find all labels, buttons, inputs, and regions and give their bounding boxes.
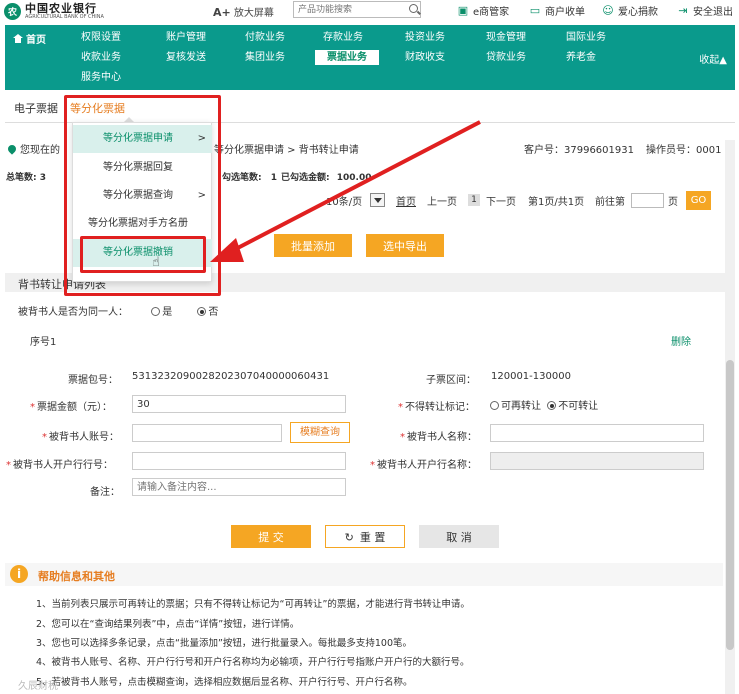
amount-input[interactable] xyxy=(132,395,346,413)
nav-payment[interactable]: 付款业务 xyxy=(245,30,285,45)
prev-page-link[interactable]: 上一页 xyxy=(427,193,457,208)
charity-donation-link[interactable]: ☺ 爱心捐款 xyxy=(601,3,658,18)
logout-link[interactable]: ⇥ 安全退出 xyxy=(676,3,733,18)
checked-amount: 已勾选金额: 100.00 xyxy=(281,173,372,183)
nav-review-send[interactable]: 复核发送 xyxy=(166,50,206,65)
radio-no[interactable]: 否 xyxy=(197,307,218,318)
breadcrumb: 您现在的 xyxy=(6,141,60,156)
cancel-button[interactable]: 取 消 xyxy=(419,525,499,548)
info-icon: i xyxy=(10,565,28,583)
nav-group[interactable]: 集团业务 xyxy=(245,50,285,65)
nav-bill-active[interactable]: 票据业务 xyxy=(315,50,379,65)
page-info: 第1页/共1页 xyxy=(528,197,585,208)
location-pin-icon xyxy=(6,143,18,155)
customer-number: 客户号：37996601931 xyxy=(524,145,634,156)
nav-permission[interactable]: 权限设置 xyxy=(81,30,121,45)
bank-name-cn: 中国农业银行 xyxy=(25,1,97,15)
nav-home[interactable]: 首页 xyxy=(13,31,46,46)
batch-add-button[interactable]: 批量添加 xyxy=(274,234,352,257)
help-line-1: 1、当前列表只展示可再转让的票据；只有不得转让标记为“可再转让”的票据，才能进行… xyxy=(36,599,470,610)
e-merchant-link[interactable]: ▣ e商管家 xyxy=(456,3,509,18)
endorsee-bank-name-input xyxy=(490,452,704,470)
same-person-question: 被背书人是否为同一人： 是 否 xyxy=(18,307,219,318)
home-icon xyxy=(13,34,23,43)
next-page-link[interactable]: 下一页 xyxy=(486,193,516,208)
help-line-4: 4、被背书人账号、名称、开户行行号和开户行名称均为必输项，开户行行号指账户开户行… xyxy=(36,657,470,668)
sub-range-label: 子票区间： xyxy=(426,375,476,386)
goto-label: 前往第 xyxy=(595,197,625,208)
endorsee-account-input[interactable] xyxy=(132,424,282,442)
refresh-icon: ↻ xyxy=(344,530,354,544)
endorsee-bank-name-label: * 被背书人开户行名称： xyxy=(370,460,477,471)
per-page-select[interactable]: 10条/页 xyxy=(326,193,362,208)
bank-name-en: AGRICULTURAL BANK OF CHINA xyxy=(25,13,104,20)
submit-button[interactable]: 提 交 xyxy=(231,525,311,548)
bank-logo-icon: 农 xyxy=(4,2,21,20)
reset-button[interactable]: ↻ 重 置 xyxy=(325,525,405,548)
merchant-acquiring-link[interactable]: ▭ 商户收单 xyxy=(528,3,585,18)
per-page-dropdown[interactable] xyxy=(370,193,385,207)
help-line-2: 2、您可以在“查询结果列表”中，点击“详情”按钮，进行详情。 xyxy=(36,619,300,630)
bill-package-label: 票据包号： xyxy=(68,375,118,386)
checked-count: 勾选笔数: 1 xyxy=(222,173,278,183)
endorsee-bank-no-input[interactable] xyxy=(132,452,346,470)
top-header: 农 中国农业银行 AGRICULTURAL BANK OF CHINA A+ 放… xyxy=(0,0,739,22)
tab-electronic-bill[interactable]: 电子票据 xyxy=(14,100,58,116)
help-line-3: 3、您也可以选择多条记录，点击“批量添加”按钮，进行批量录入。每批最多支持100… xyxy=(36,638,413,649)
watermark: 久辰财税 xyxy=(18,681,58,692)
radio-cannot-transfer[interactable]: 不可转让 xyxy=(547,401,598,412)
nav-cash[interactable]: 现金管理 xyxy=(486,30,526,45)
nav-account[interactable]: 账户管理 xyxy=(166,30,206,45)
radio-can-transfer[interactable]: 可再转让 xyxy=(490,401,541,412)
nav-deposit[interactable]: 存款业务 xyxy=(323,30,363,45)
search-input[interactable] xyxy=(293,1,421,18)
bank-logo[interactable]: 农 中国农业银行 AGRICULTURAL BANK OF CHINA xyxy=(4,1,154,21)
briefcase-icon: ▣ xyxy=(457,3,469,17)
page-unit: 页 xyxy=(668,197,678,208)
zoom-screen-button[interactable]: A+ 放大屏幕 xyxy=(213,4,274,19)
endorsee-bank-no-label: * 被背书人开户行行号： xyxy=(6,460,113,471)
monitor-icon: ▭ xyxy=(529,3,541,17)
export-selected-button[interactable]: 选中导出 xyxy=(366,234,444,257)
search-icon[interactable] xyxy=(409,4,418,13)
zoom-label: 放大屏幕 xyxy=(233,8,274,19)
first-page-link[interactable]: 首页 xyxy=(396,193,416,208)
operator-number: 操作员号：0001 xyxy=(646,145,722,156)
endorsee-account-label: * 被背书人账号： xyxy=(42,432,119,443)
remark-input[interactable] xyxy=(132,478,346,496)
transfer-radio-group: 可再转让 不可转让 xyxy=(490,397,598,412)
endorsee-name-input[interactable] xyxy=(490,424,704,442)
nav-loan[interactable]: 贷款业务 xyxy=(486,50,526,65)
bill-package-value: 5313232090028202307040000060431 xyxy=(132,371,330,382)
fuzzy-search-button[interactable]: 模糊查询 xyxy=(290,422,350,443)
delete-link[interactable]: 删除 xyxy=(671,333,691,348)
nav-international[interactable]: 国际业务 xyxy=(566,30,606,45)
sequence-label: 序号1 xyxy=(30,337,57,348)
sub-range-value: 120001-130000 xyxy=(491,371,571,382)
nav-collapse-button[interactable]: 收起▲ xyxy=(699,51,727,66)
help-title: 帮助信息和其他 xyxy=(38,570,115,583)
endorsee-name-label: * 被背书人名称： xyxy=(400,432,477,443)
handshake-icon: ☺ xyxy=(602,3,614,17)
amount-label: * 票据金额（元）： xyxy=(30,402,112,413)
nav-pension[interactable]: 养老金 xyxy=(566,50,596,65)
zoom-prefix: A+ xyxy=(213,6,231,19)
annotation-revoke-box xyxy=(80,236,206,273)
nav-finance[interactable]: 财政收支 xyxy=(405,50,445,65)
breadcrumb-path: 等分化票据申请 > 背书转让申请 xyxy=(214,145,359,156)
radio-yes[interactable]: 是 xyxy=(151,307,172,318)
help-line-5: 5、若被背书人账号，点击模糊查询，选择相应数据后显名称、开户行行号、开户行名称。 xyxy=(36,677,413,688)
nav-collection[interactable]: 收款业务 xyxy=(81,50,121,65)
logout-icon: ⇥ xyxy=(678,3,688,17)
goto-page-input[interactable] xyxy=(631,193,664,208)
nav-investment[interactable]: 投资业务 xyxy=(405,30,445,45)
nav-service-center[interactable]: 服务中心 xyxy=(81,70,121,85)
current-page[interactable]: 1 xyxy=(468,194,480,206)
total-count: 总笔数: 3 xyxy=(6,173,47,183)
no-transfer-label: * 不得转让标记： xyxy=(398,402,475,413)
remark-label: 备注： xyxy=(90,487,120,498)
scrollbar-thumb[interactable] xyxy=(726,360,734,650)
main-nav: 首页 权限设置 账户管理 付款业务 存款业务 投资业务 现金管理 国际业务 收款… xyxy=(5,25,735,90)
go-button[interactable]: GO xyxy=(686,191,711,210)
